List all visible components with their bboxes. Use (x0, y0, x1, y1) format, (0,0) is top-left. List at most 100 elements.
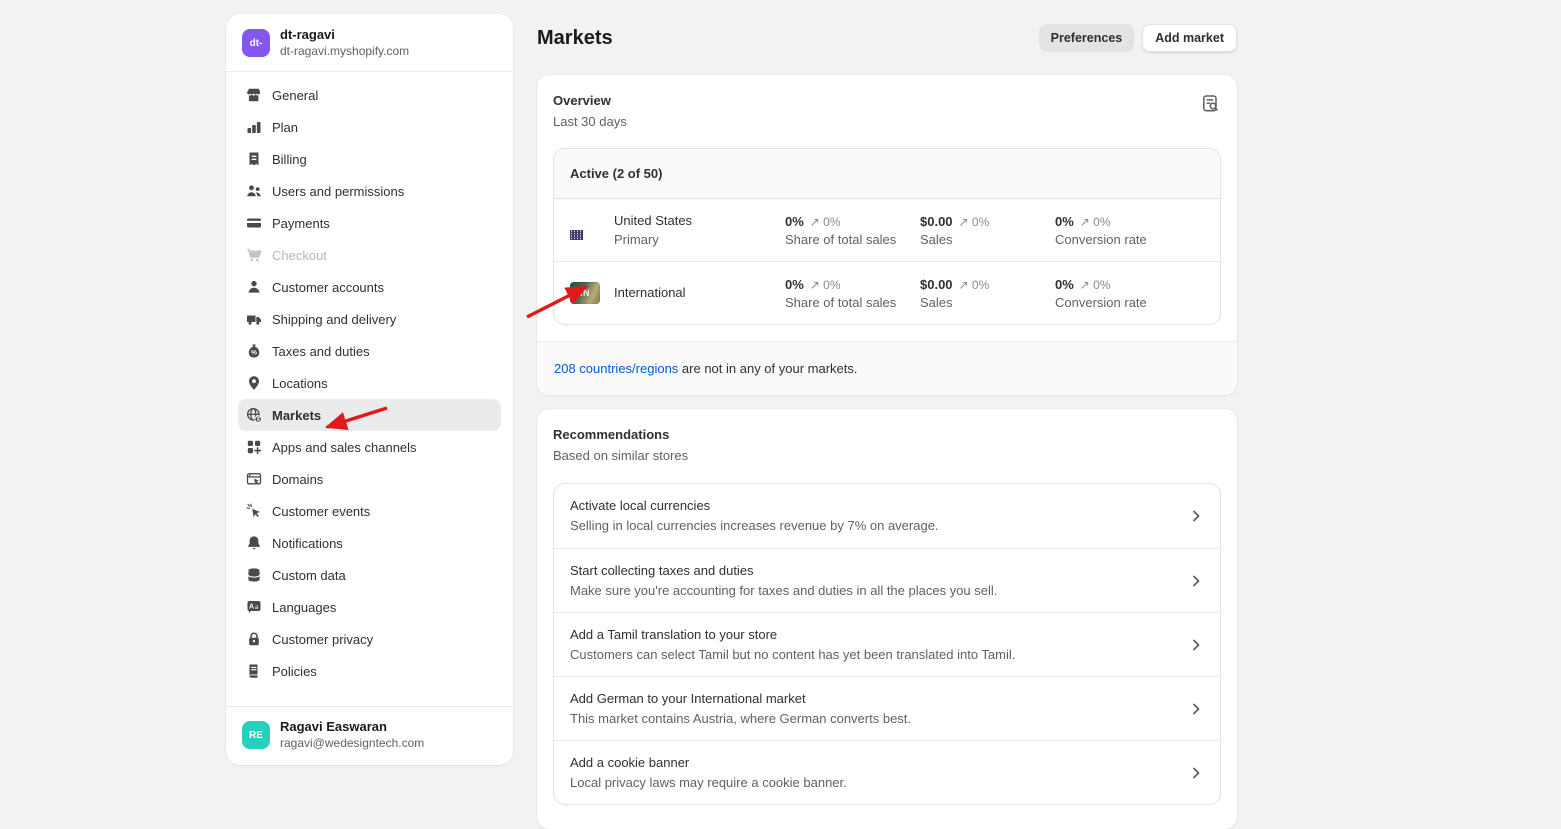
sidebar-item-apps-and-sales-channels[interactable]: Apps and sales channels (238, 431, 501, 463)
stat-sales: $0.00↗ 0%Sales (920, 214, 1055, 247)
recommendation-row-add-a-tamil-translation-to-your-store[interactable]: Add a Tamil translation to your store Cus… (554, 612, 1220, 676)
store-avatar: dt- (242, 29, 270, 57)
stat-delta: ↗ 0% (959, 278, 990, 292)
recommendation-row-start-collecting-taxes-and-duties[interactable]: Start collecting taxes and duties Make su… (554, 548, 1220, 612)
sidebar-item-customer-events[interactable]: Customer events (238, 495, 501, 527)
bell-icon (246, 535, 262, 551)
stat-value: 0% (1055, 214, 1074, 229)
stat-conversion-rate: 0%↗ 0%Conversion rate (1055, 277, 1203, 310)
truck-icon (246, 311, 262, 327)
sidebar-item-label: General (272, 88, 318, 103)
view-report-icon[interactable] (1201, 94, 1221, 114)
stat-value: $0.00 (920, 277, 953, 292)
sidebar-item-billing[interactable]: Billing (238, 143, 501, 175)
market-name: United States (614, 213, 785, 229)
market-subtitle: Primary (614, 232, 785, 248)
countries-regions-link[interactable]: 208 countries/regions (554, 361, 678, 376)
chevron-right-icon[interactable] (1188, 573, 1204, 589)
recommendations-subtitle: Based on similar stores (553, 448, 1221, 463)
sidebar-item-plan[interactable]: Plan (238, 111, 501, 143)
sidebar-item-label: Apps and sales channels (272, 440, 417, 455)
recommendation-description: Local privacy laws may require a cookie … (570, 775, 1188, 791)
sidebar-item-label: Locations (272, 376, 328, 391)
recommendations-list: Activate local currencies Selling in loca… (553, 483, 1221, 805)
location-pin-icon (246, 375, 262, 391)
recommendation-row-add-a-cookie-banner[interactable]: Add a cookie bannerLocal privacy laws ma… (554, 740, 1220, 804)
sidebar-item-payments[interactable]: Payments (238, 207, 501, 239)
recommendation-row-activate-local-currencies[interactable]: Activate local currencies Selling in loca… (554, 484, 1220, 548)
chevron-right-icon[interactable] (1203, 222, 1204, 238)
database-icon (246, 567, 262, 583)
user-footer[interactable]: RE Ragavi Easwaran ragavi@wedesigntech.c… (226, 706, 513, 765)
stat-label: Sales (920, 295, 1055, 310)
sidebar-item-label: Custom data (272, 568, 346, 583)
chevron-right-icon[interactable] (1203, 285, 1204, 301)
sidebar-item-customer-privacy[interactable]: Customer privacy (238, 623, 501, 655)
stat-delta: ↗ 0% (1080, 215, 1111, 229)
sidebar-item-taxes-and-duties[interactable]: %Taxes and duties (238, 335, 501, 367)
billing-icon (246, 151, 262, 167)
sidebar-item-domains[interactable]: Domains (238, 463, 501, 495)
sidebar-item-label: Taxes and duties (272, 344, 370, 359)
payments-icon (246, 215, 262, 231)
stat-label: Conversion rate (1055, 232, 1203, 247)
svg-text:A: A (249, 604, 254, 611)
recommendation-description: Customers can select Tamil but no conten… (570, 647, 1188, 663)
sidebar-item-label: Checkout (272, 248, 327, 263)
stat-sales: $0.00 ↗ 0% Sales (920, 277, 1055, 310)
apps-grid-icon (246, 439, 262, 455)
store-name: dt-ragavi (280, 27, 409, 43)
sidebar-item-label: Policies (272, 664, 317, 679)
store-header[interactable]: dt- dt-ragavi dt-ragavi.myshopify.com (226, 14, 513, 72)
page-title: Markets (537, 27, 613, 50)
add-market-button[interactable]: Add market (1142, 24, 1237, 52)
chevron-right-icon[interactable] (1188, 701, 1204, 717)
sidebar-item-notifications[interactable]: Notifications (238, 527, 501, 559)
recommendations-card: Recommendations Based on similar stores … (537, 409, 1237, 829)
stat-delta: ↗ 0% (1080, 278, 1111, 292)
sidebar-item-custom-data[interactable]: Custom data (238, 559, 501, 591)
overview-footer: 208 countries/regions are not in any of … (537, 341, 1237, 395)
active-markets-header: Active (2 of 50) (554, 149, 1220, 199)
recommendation-title: Start collecting taxes and duties (570, 563, 1188, 579)
sidebar-item-label: Plan (272, 120, 298, 135)
stat-share-of-total-sales: 0%↗ 0%Share of total sales (785, 277, 920, 310)
sidebar-item-general[interactable]: General (238, 79, 501, 111)
person-icon (246, 279, 262, 295)
stat-delta: ↗ 0% (810, 215, 841, 229)
sidebar-item-languages[interactable]: AaLanguages (238, 591, 501, 623)
sidebar-item-locations[interactable]: Locations (238, 367, 501, 399)
stat-label: Sales (920, 232, 1055, 247)
sidebar-item-customer-accounts[interactable]: Customer accounts (238, 271, 501, 303)
lock-icon (246, 631, 262, 647)
market-row-international[interactable]: INInternational0%↗ 0%Share of total sale… (554, 261, 1220, 324)
globe-dollar-icon: $ (246, 407, 262, 423)
sidebar-item-shipping-and-delivery[interactable]: Shipping and delivery (238, 303, 501, 335)
sidebar-item-users-and-permissions[interactable]: Users and permissions (238, 175, 501, 207)
chevron-right-icon[interactable] (1188, 637, 1204, 653)
recommendations-title: Recommendations (553, 427, 1221, 442)
sidebar-item-label: Shipping and delivery (272, 312, 396, 327)
svg-text:$: $ (257, 417, 260, 423)
user-name: Ragavi Easwaran (280, 719, 424, 735)
stat-share-of-total-sales: 0%↗ 0%Share of total sales (785, 214, 920, 247)
recommendation-title: Add German to your International market (570, 691, 1188, 707)
page-header: Markets Preferences Add market (537, 23, 1237, 53)
overview-subtitle: Last 30 days (553, 114, 1221, 129)
recommendation-row-add-german-to-your-international-market[interactable]: Add German to your International market T… (554, 676, 1220, 740)
chevron-right-icon[interactable] (1188, 508, 1204, 524)
sidebar-item-policies[interactable]: Policies (238, 655, 501, 687)
recommendation-description: This market contains Austria, where Germ… (570, 711, 1188, 727)
market-row-united-states[interactable]: United States Primary0%↗ 0%Share of total… (554, 199, 1220, 261)
preferences-button[interactable]: Preferences (1039, 24, 1135, 52)
chevron-right-icon[interactable] (1188, 765, 1204, 781)
cursor-click-icon (246, 503, 262, 519)
sidebar-item-markets[interactable]: $Markets (238, 399, 501, 431)
recommendation-title: Activate local currencies (570, 498, 1188, 514)
stat-delta: ↗ 0% (810, 278, 841, 292)
recommendation-description: Selling in local currencies increases re… (570, 518, 1188, 534)
recommendation-title: Add a Tamil translation to your store (570, 627, 1188, 643)
document-icon (246, 663, 262, 679)
settings-sidebar: dt- dt-ragavi dt-ragavi.myshopify.com Ge… (226, 14, 513, 765)
recommendation-description: Make sure you're accounting for taxes an… (570, 583, 1188, 599)
